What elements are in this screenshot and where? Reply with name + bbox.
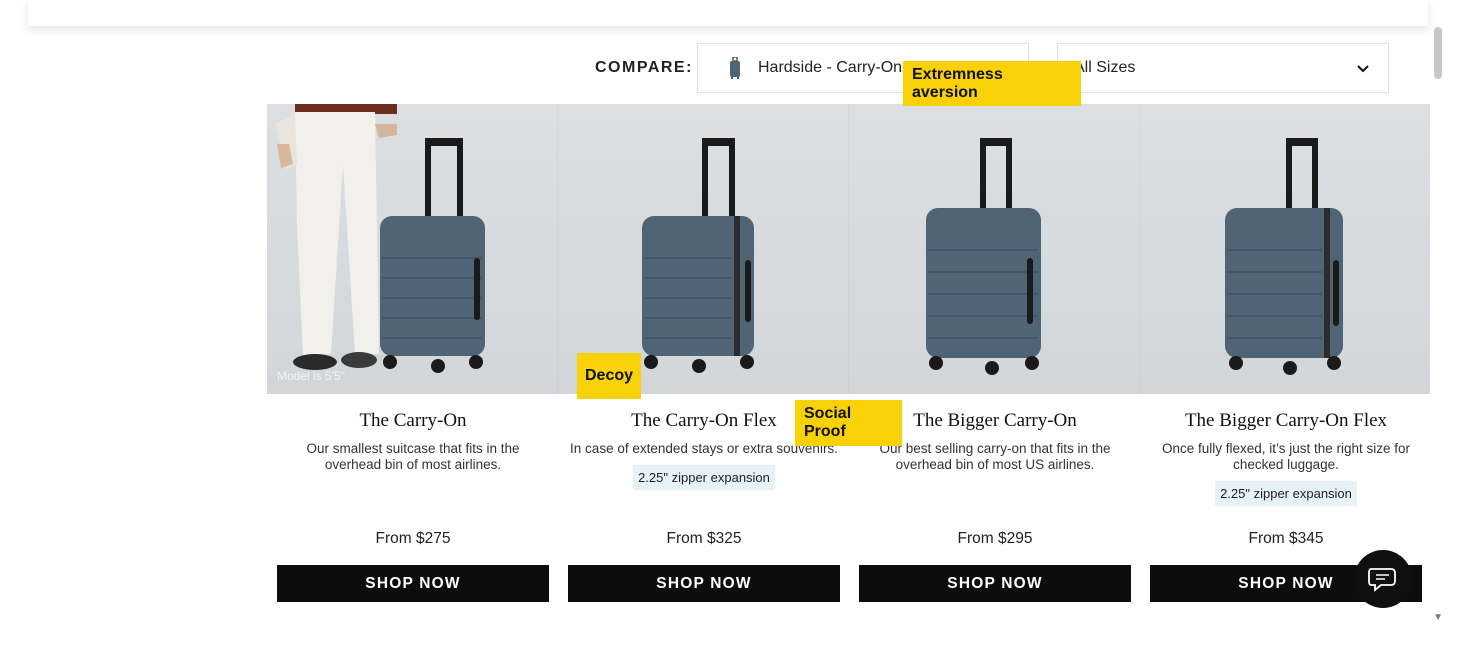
product-name[interactable]: The Bigger Carry-On Flex	[1150, 410, 1422, 432]
product-price: From $325	[666, 530, 742, 547]
size-value: All Sizes	[1074, 59, 1136, 76]
luggage-type-value: Hardside - Carry-Ons	[758, 59, 911, 76]
expansion-tag: 2.25" zipper expansion	[1215, 481, 1357, 506]
annotation-decoy: Decoy	[577, 353, 641, 399]
scrollbar-thumb[interactable]	[1434, 27, 1442, 79]
product-description: Once fully flexed, it’s just the right s…	[1161, 441, 1411, 472]
photo-divider	[557, 104, 558, 394]
annotation-extremeness-aversion: Extremness aversion	[903, 61, 1081, 106]
chevron-down-icon	[1357, 65, 1369, 73]
product-description: Our smallest suitcase that fits in the o…	[306, 441, 520, 472]
scroll-down-arrow-icon[interactable]: ▼	[1433, 612, 1443, 623]
compare-label: COMPARE:	[595, 59, 693, 76]
carry-on-image	[380, 138, 485, 373]
chat-bubble-icon	[1368, 568, 1396, 592]
product-price: From $295	[957, 530, 1033, 547]
product-price: From $275	[375, 530, 451, 547]
chat-button[interactable]	[1354, 550, 1412, 608]
shop-now-button-bigger-carry-on[interactable]: SHOP NOW	[859, 565, 1131, 602]
suitcase-icon	[730, 57, 740, 79]
header-shadow	[28, 0, 1428, 26]
photo-divider	[848, 104, 849, 394]
size-select[interactable]: All Sizes	[1057, 43, 1389, 93]
bigger-carry-on-image	[926, 138, 1041, 375]
product-price: From $345	[1248, 530, 1324, 547]
shop-now-button-carry-on[interactable]: SHOP NOW	[277, 565, 549, 602]
bigger-carry-on-flex-image	[1225, 138, 1343, 375]
product-name[interactable]: The Carry-On	[277, 410, 549, 432]
product-photo-band: Model is 5'5"	[267, 104, 1430, 394]
photo-divider	[1139, 104, 1140, 394]
product-card-bigger-carry-on-flex: The Bigger Carry-On Flex Once fully flex…	[1150, 410, 1422, 506]
product-card-carry-on: The Carry-On Our smallest suitcase that …	[277, 410, 549, 473]
carry-on-flex-image	[642, 138, 754, 373]
expansion-tag: 2.25" zipper expansion	[633, 465, 775, 490]
shop-now-button-carry-on-flex[interactable]: SHOP NOW	[568, 565, 840, 602]
annotation-social-proof: Social Proof	[795, 400, 902, 446]
model-height-note: Model is 5'5"	[277, 369, 345, 383]
